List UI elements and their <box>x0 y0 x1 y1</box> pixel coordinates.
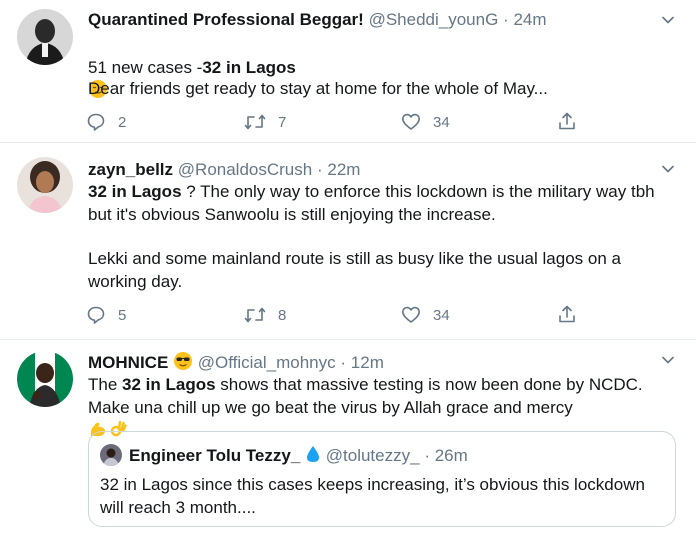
chevron-down-icon[interactable] <box>662 14 674 26</box>
retweet-button[interactable]: 7 <box>244 112 286 132</box>
sunglasses-face-emoji <box>173 351 193 376</box>
like-button[interactable]: 34 <box>401 112 450 132</box>
display-name[interactable]: MOHNICE <box>88 353 168 372</box>
chevron-down-icon[interactable] <box>662 354 674 366</box>
tweet-text-part: 51 new cases - <box>88 57 203 77</box>
avatar[interactable] <box>17 9 73 65</box>
user-handle[interactable]: @Sheddi_younG <box>369 10 499 29</box>
reply-button[interactable]: 5 <box>86 305 126 325</box>
tweet[interactable]: Quarantined Professional Beggar! @Sheddi… <box>0 0 696 143</box>
retweet-count: 8 <box>278 306 287 324</box>
heart-icon <box>402 113 420 130</box>
tweet-text-part: The <box>88 375 123 394</box>
retweet-count: 7 <box>278 113 287 131</box>
separator-dot: · <box>503 10 509 29</box>
chevron-down-icon[interactable] <box>662 163 674 175</box>
share-icon[interactable] <box>557 111 577 131</box>
like-count: 34 <box>433 306 450 324</box>
reply-count: 5 <box>118 306 127 324</box>
avatar[interactable] <box>17 157 73 213</box>
retweet-button[interactable]: 8 <box>244 305 286 325</box>
avatar[interactable] <box>17 351 73 407</box>
display-name[interactable]: zayn_bellz <box>88 160 173 179</box>
reply-icon <box>87 113 105 131</box>
heart-icon <box>402 306 420 323</box>
like-button[interactable]: 34 <box>401 305 450 325</box>
quoted-display-name[interactable]: Engineer Tolu Tezzy_ <box>129 446 300 465</box>
tweet-text-line: Dear friends get ready to stay at home f… <box>88 79 548 98</box>
tweet-text-paragraph: Lekki and some mainland route is still a… <box>88 249 621 291</box>
highlight-term: 32 in Lagos <box>202 57 296 77</box>
share-icon[interactable] <box>557 304 577 324</box>
retweet-icon <box>244 114 266 130</box>
reply-button[interactable]: 2 <box>86 112 126 132</box>
tweet[interactable]: zayn_bellz @RonaldosCrush · 22m 32 in La… <box>0 143 696 340</box>
quoted-tweet-time[interactable]: 26m <box>435 446 468 465</box>
quoted-tweet[interactable]: Engineer Tolu Tezzy_ @tolutezzy_ · 26m 3… <box>88 431 676 527</box>
quoted-avatar[interactable] <box>100 444 122 466</box>
tweet-text: 32 in Lagos ? The only way to enforce th… <box>88 181 668 226</box>
user-handle[interactable]: @RonaldosCrush <box>178 160 312 179</box>
separator-dot: · <box>424 446 430 465</box>
highlight-term: 32 in Lagos <box>122 375 216 394</box>
separator-dot: · <box>316 160 323 179</box>
reply-icon <box>87 306 105 324</box>
highlight-term: 32 in Lagos <box>88 182 182 201</box>
user-handle[interactable]: @Official_mohnyc <box>198 353 336 372</box>
like-count: 34 <box>433 113 450 131</box>
retweet-icon <box>244 307 266 323</box>
tweet-time[interactable]: 22m <box>327 160 360 179</box>
display-name[interactable]: Quarantined Professional Beggar! <box>88 10 364 29</box>
quoted-tweet-text: 32 in Lagos since this cases keeps incre… <box>100 475 645 517</box>
quoted-user-handle[interactable]: @tolutezzy_ <box>326 446 420 465</box>
tweet-time[interactable]: 24m <box>513 10 546 29</box>
droplet-emoji <box>305 444 321 469</box>
tweet-time[interactable]: 12m <box>351 353 384 372</box>
reply-count: 2 <box>118 113 127 131</box>
tweet[interactable]: MOHNICE @Official_mohnyc · 12m The 32 in… <box>0 340 696 537</box>
separator-dot: · <box>340 353 347 372</box>
